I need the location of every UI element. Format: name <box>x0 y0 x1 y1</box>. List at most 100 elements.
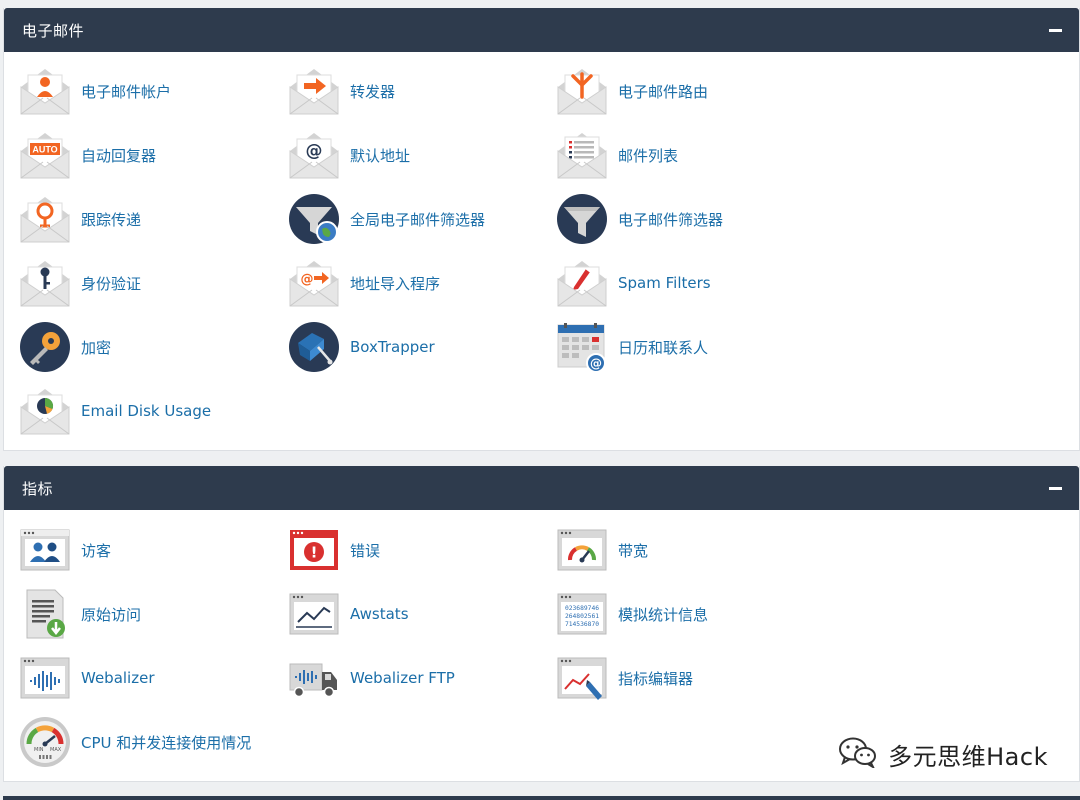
bandwidth-link[interactable]: 带宽 <box>556 522 816 578</box>
default-address-label: 默认地址 <box>350 146 411 165</box>
at-badge: @ <box>306 141 323 161</box>
errors-label: 错误 <box>350 541 381 560</box>
envelope-spam-icon <box>556 257 608 309</box>
forwarders-link[interactable]: 转发器 <box>288 63 548 119</box>
bandwidth-label: 带宽 <box>618 541 649 560</box>
track-delivery-label: 跟踪传递 <box>81 210 142 229</box>
next-panel-header-edge <box>3 796 1080 800</box>
awstats-label: Awstats <box>350 605 409 623</box>
envelope-auto-icon: AUTO <box>19 129 71 181</box>
authentication-link[interactable]: 身份验证 <box>19 255 279 311</box>
calendars-contacts-label: 日历和联系人 <box>618 338 709 357</box>
email-panel: 电子邮件 电子邮件帐户 转发器 电子邮件路由 AUTO 自动回复器 @ 默认地址 <box>3 8 1080 451</box>
forwarders-label: 转发器 <box>350 82 396 101</box>
boxtrapper-label: BoxTrapper <box>350 338 435 356</box>
metrics-editor-icon <box>556 652 608 704</box>
global-email-filters-link[interactable]: 全局电子邮件筛选器 <box>288 191 548 247</box>
visitors-icon <box>19 524 71 576</box>
gauge-min-label: MIN <box>34 747 44 753</box>
encryption-label: 加密 <box>81 338 112 357</box>
metrics-panel-header[interactable]: 指标 <box>4 466 1079 510</box>
webalizer-icon <box>19 652 71 704</box>
default-address-link[interactable]: @ 默认地址 <box>288 127 548 183</box>
collapse-button[interactable] <box>1047 22 1063 38</box>
cpu-usage-icon: MIN MAX <box>19 716 71 768</box>
raw-access-label: 原始访问 <box>81 605 142 624</box>
gauge-max-label: MAX <box>50 747 62 753</box>
analog-digits-row-1: 023689746 <box>565 605 599 612</box>
address-importer-label: 地址导入程序 <box>350 274 441 293</box>
encryption-key-icon <box>19 321 71 373</box>
envelope-routing-icon <box>556 65 608 117</box>
awstats-link[interactable]: Awstats <box>288 586 548 642</box>
email-panel-title: 电子邮件 <box>22 21 85 40</box>
bandwidth-icon <box>556 524 608 576</box>
wechat-icon <box>838 736 878 772</box>
email-panel-header[interactable]: 电子邮件 <box>4 8 1079 52</box>
errors-icon: ! <box>288 524 340 576</box>
global-email-filters-label: 全局电子邮件筛选器 <box>350 210 486 229</box>
raw-access-link[interactable]: 原始访问 <box>19 586 279 642</box>
analog-stats-icon: 023689746 264802561 714536870 <box>556 588 608 640</box>
minus-icon <box>1048 28 1062 32</box>
metrics-panel: 指标 访客 ! 错误 带宽 原始访问 Awstats 023689746 264… <box>3 466 1080 782</box>
minus-icon <box>1048 486 1062 490</box>
calendar-at-badge: @ <box>590 357 602 371</box>
visitors-link[interactable]: 访客 <box>19 522 279 578</box>
raw-access-icon <box>19 588 71 640</box>
spam-filters-link[interactable]: Spam Filters <box>556 255 816 311</box>
email-accounts-link[interactable]: 电子邮件帐户 <box>19 63 279 119</box>
envelope-track-icon <box>19 193 71 245</box>
boxtrapper-link[interactable]: BoxTrapper <box>288 319 548 375</box>
global-filter-icon <box>288 193 340 245</box>
envelope-user-icon <box>19 65 71 117</box>
envelope-import-icon: @ <box>288 257 340 309</box>
envelope-at-icon: @ <box>288 129 340 181</box>
filter-icon <box>556 193 608 245</box>
webalizer-ftp-label: Webalizer FTP <box>350 669 455 687</box>
email-routing-label: 电子邮件路由 <box>618 82 709 101</box>
collapse-button[interactable] <box>1047 480 1063 496</box>
mailing-lists-link[interactable]: 邮件列表 <box>556 127 816 183</box>
email-filters-link[interactable]: 电子邮件筛选器 <box>556 191 816 247</box>
analog-digits-row-2: 264802561 <box>565 613 599 620</box>
analog-stats-link[interactable]: 023689746 264802561 714536870 模拟统计信息 <box>556 586 816 642</box>
envelope-disk-usage-icon <box>19 385 71 437</box>
metrics-editor-label: 指标编辑器 <box>618 669 694 688</box>
authentication-label: 身份验证 <box>81 274 142 293</box>
email-disk-usage-link[interactable]: Email Disk Usage <box>19 383 279 439</box>
envelope-forward-icon <box>288 65 340 117</box>
visitors-label: 访客 <box>81 541 112 560</box>
error-badge: ! <box>311 544 318 562</box>
webalizer-ftp-link[interactable]: Webalizer FTP <box>288 650 548 706</box>
email-routing-link[interactable]: 电子邮件路由 <box>556 63 816 119</box>
mailing-lists-label: 邮件列表 <box>618 146 679 165</box>
autoresponders-link[interactable]: AUTO 自动回复器 <box>19 127 279 183</box>
import-at-badge: @ <box>301 272 314 287</box>
webalizer-link[interactable]: Webalizer <box>19 650 279 706</box>
metrics-editor-link[interactable]: 指标编辑器 <box>556 650 816 706</box>
email-accounts-label: 电子邮件帐户 <box>81 82 172 101</box>
awstats-icon <box>288 588 340 640</box>
spam-filters-label: Spam Filters <box>618 274 711 292</box>
calendars-contacts-link[interactable]: @ 日历和联系人 <box>556 319 816 375</box>
analog-stats-label: 模拟统计信息 <box>618 605 709 624</box>
watermark: 多元思维Hack <box>838 736 1048 772</box>
metrics-panel-title: 指标 <box>22 479 54 498</box>
envelope-list-icon <box>556 129 608 181</box>
email-disk-usage-label: Email Disk Usage <box>81 402 212 420</box>
webalizer-ftp-icon <box>288 652 340 704</box>
cpu-usage-link[interactable]: MIN MAX CPU 和并发连接使用情况 <box>19 714 339 770</box>
email-filters-label: 电子邮件筛选器 <box>618 210 724 229</box>
cpu-usage-label: CPU 和并发连接使用情况 <box>81 733 252 752</box>
boxtrapper-icon <box>288 321 340 373</box>
autoresponders-label: 自动回复器 <box>81 146 157 165</box>
calendar-contacts-icon: @ <box>556 321 608 373</box>
address-importer-link[interactable]: @ 地址导入程序 <box>288 255 548 311</box>
encryption-link[interactable]: 加密 <box>19 319 279 375</box>
auto-badge: AUTO <box>32 145 57 155</box>
envelope-key-icon <box>19 257 71 309</box>
webalizer-label: Webalizer <box>81 669 155 687</box>
errors-link[interactable]: ! 错误 <box>288 522 548 578</box>
track-delivery-link[interactable]: 跟踪传递 <box>19 191 279 247</box>
